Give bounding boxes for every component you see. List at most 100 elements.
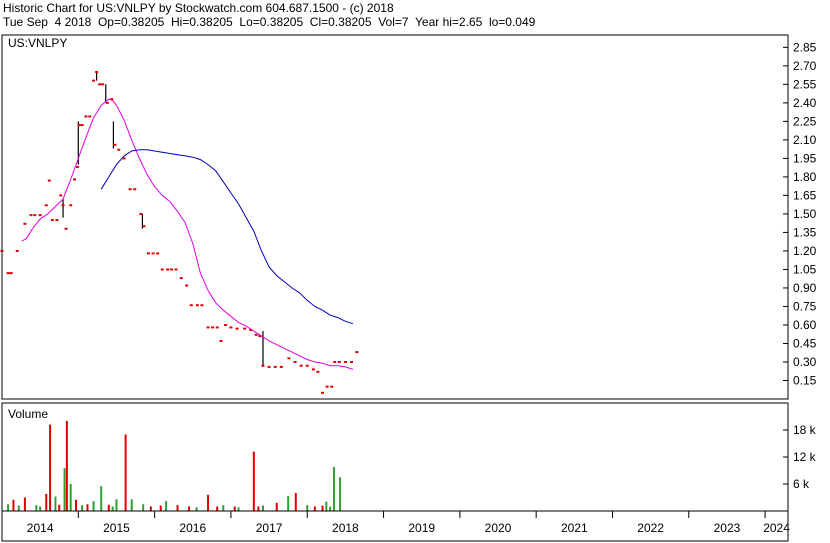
price-point [50,219,54,222]
price-point [156,252,160,255]
price-point [72,178,76,181]
volume-bar [313,506,316,511]
chart-header-title: Historic Chart for US:VNLPY by Stockwatc… [3,1,394,15]
price-y-tick-label: 2.40 [793,96,817,110]
x-axis-tick-label: 2018 [332,521,359,535]
price-point [88,115,92,118]
price-y-tick-label: 0.75 [793,299,817,313]
volume-bar [130,499,133,511]
price-point [113,143,117,146]
volume-bar [17,505,20,511]
volume-bar [75,499,78,511]
price-point [142,225,146,228]
price-y-tick-label: 2.55 [793,77,817,91]
price-y-tick-label: 2.70 [793,59,817,73]
price-point [117,148,121,151]
price-point [299,364,303,367]
price-point [235,327,239,330]
price-point [174,268,178,271]
volume-bar [176,505,179,511]
price-point [92,79,96,82]
price-panel-frame [1,34,789,400]
price-point [128,188,132,191]
volume-bar [23,497,26,511]
price-point [279,365,283,368]
volume-bar [63,468,66,511]
price-point [330,385,334,388]
x-axis-tick-label: 2021 [561,521,588,535]
price-point [311,368,315,371]
price-point [55,219,59,222]
volume-bar [329,506,332,511]
x-axis: 2014 2015 2016 2017 2018 2019 2020 2021 2022 2023… [1,510,790,542]
price-point [229,326,233,329]
price-point [0,249,4,252]
volume-bar [321,505,324,511]
price-point [76,166,80,169]
price-panel: US:VNLPY 2.85 2.70 2.55 2.40 2.25 2.10 1.95 1.8… [0,34,817,400]
volume-bar [159,505,162,511]
price-y-tick-label: 1.50 [793,207,817,221]
x-axis-tick-label: 2016 [179,521,206,535]
volume-bar [111,506,114,511]
volume-bar [339,477,342,511]
volume-bar [7,504,10,511]
volume-panel: Volume 18 k 12 k 6 k [1,402,817,512]
volume-bar [165,501,168,511]
volume-bar [222,505,225,511]
volume-bar [306,505,309,511]
volume-bar [39,506,42,511]
volume-bar [216,506,219,511]
volume-bar [49,424,52,511]
volume-bar [233,506,236,511]
volume-bar [115,499,118,511]
price-point [355,351,359,354]
price-point [59,194,63,197]
price-point [337,360,341,363]
volume-bar [237,507,240,511]
volume-bar [275,502,278,511]
price-y-tick-label: 2.25 [793,114,817,128]
volume-bar [100,486,103,511]
volume-y-tick-label: 18 k [793,423,817,437]
price-point [333,360,337,363]
volume-bar [92,501,95,511]
x-axis-tick-label: 2015 [103,521,130,535]
price-point [9,272,13,275]
volume-bar [195,507,198,511]
price-y-tick-label: 1.95 [793,151,817,165]
price-point [101,83,105,86]
price-point [321,391,325,394]
volume-panel-frame [1,402,789,512]
price-point [44,204,48,207]
price-point [200,304,204,307]
price-point [261,364,265,367]
price-point [61,204,65,207]
price-point [219,340,223,343]
price-point [98,83,102,86]
price-y-tick-label: 1.80 [793,170,817,184]
price-point [15,249,19,252]
x-axis-tick-label: 2020 [485,521,512,535]
price-point [195,304,199,307]
price-point [80,124,84,127]
price-point [215,326,219,329]
volume-bar [54,496,57,511]
volume-bar [252,451,255,511]
price-point [47,179,51,182]
price-point [77,124,81,127]
price-point [224,323,228,326]
volume-bar [58,504,61,511]
price-point [254,333,258,336]
price-point [6,272,10,275]
volume-bar [142,504,145,511]
volume-bar [257,506,260,511]
volume-bar [287,496,290,511]
price-point [273,365,277,368]
volume-bar [149,506,152,511]
chart-header-quote: Tue Sep 4 2018 Op=0.38205 Hi=0.38205 Lo=… [3,15,536,29]
volume-bar [294,493,297,511]
price-point [29,214,33,217]
price-point [33,214,37,217]
price-point [166,268,170,271]
